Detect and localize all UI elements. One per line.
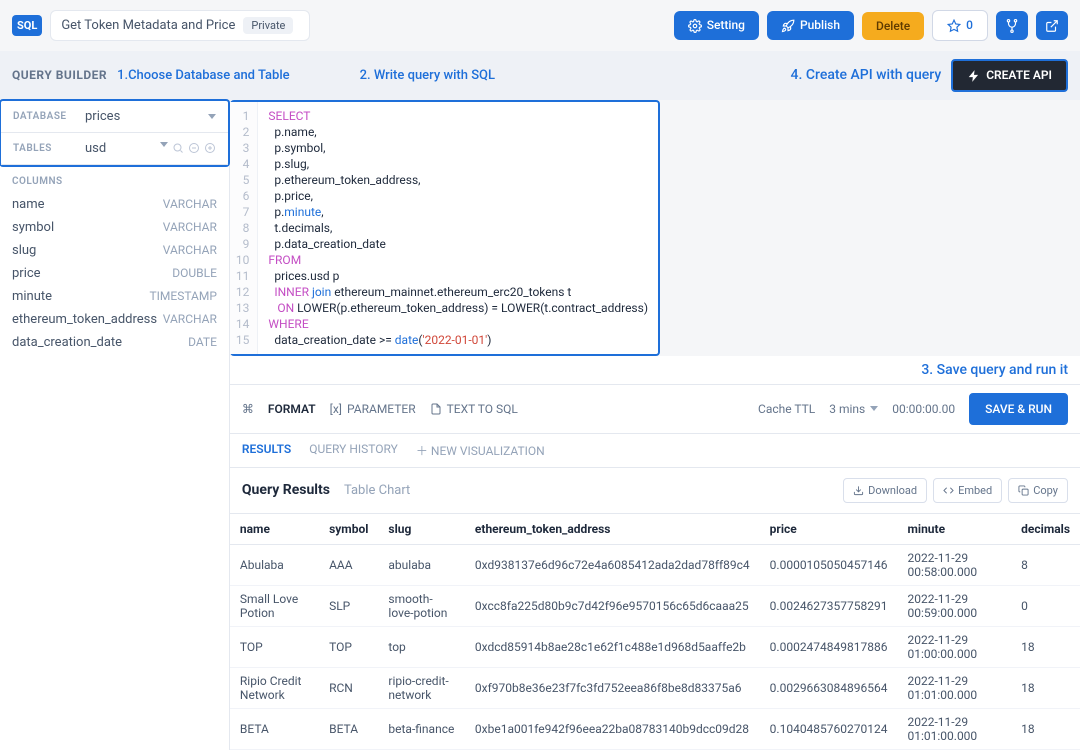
save-run-button[interactable]: SAVE & RUN bbox=[969, 393, 1068, 425]
result-tabs: RESULTS QUERY HISTORY ＋ NEW VISUALIZATIO… bbox=[230, 434, 1080, 468]
main-area: DATABASE prices TABLES usd COLUMNS nameV… bbox=[0, 100, 1080, 750]
tab-query-history[interactable]: QUERY HISTORY bbox=[309, 442, 398, 459]
column-row[interactable]: minuteTIMESTAMP bbox=[12, 285, 217, 308]
embed-button[interactable]: Embed bbox=[933, 478, 1002, 503]
col-header[interactable]: name bbox=[230, 513, 319, 544]
visibility-badge: Private bbox=[243, 17, 293, 34]
copy-icon bbox=[1018, 485, 1029, 496]
document-icon bbox=[430, 403, 442, 415]
parameter-button[interactable]: [x] PARAMETER bbox=[330, 402, 416, 416]
star-icon bbox=[947, 18, 961, 33]
copy-button[interactable]: Copy bbox=[1008, 478, 1068, 503]
create-api-button[interactable]: CREATE API bbox=[951, 59, 1068, 92]
text-to-sql-button[interactable]: TEXT TO SQL bbox=[430, 402, 518, 416]
col-header[interactable]: price bbox=[760, 513, 898, 544]
column-row[interactable]: symbolVARCHAR bbox=[12, 216, 217, 239]
fork-button[interactable] bbox=[996, 11, 1028, 40]
search-icon[interactable] bbox=[172, 142, 184, 154]
table-row[interactable]: Small Love PotionSLPsmooth-love-potion0x… bbox=[230, 585, 1080, 626]
table-row[interactable]: TOPTOPtop0xdcd85914b8ae28c1e62f1c488e1d9… bbox=[230, 626, 1080, 667]
chevron-down-icon bbox=[870, 406, 878, 411]
results-title: Query Results bbox=[242, 482, 330, 498]
tables-label: TABLES bbox=[13, 143, 85, 154]
top-header: SQL Get Token Metadata and Price Private… bbox=[0, 0, 1080, 51]
tab-results[interactable]: RESULTS bbox=[242, 442, 291, 459]
callout-4: 4. Create API with query bbox=[791, 67, 942, 83]
query-builder-bar: QUERY BUILDER 1.Choose Database and Tabl… bbox=[0, 51, 1080, 100]
share-button[interactable] bbox=[1036, 11, 1068, 40]
results-header: Query Results Table Chart Download Embed… bbox=[230, 468, 1080, 513]
setting-button[interactable]: Setting bbox=[674, 11, 759, 40]
callout-1: 1.Choose Database and Table bbox=[117, 68, 290, 83]
sql-editor[interactable]: 123456789101112131415 SELECT p.name, p.s… bbox=[230, 100, 660, 356]
publish-button[interactable]: Publish bbox=[767, 11, 854, 40]
tab-new-visualization[interactable]: ＋ NEW VISUALIZATION bbox=[416, 442, 545, 459]
command-icon[interactable]: ⌘ bbox=[242, 402, 254, 416]
rocket-icon bbox=[781, 18, 795, 33]
gear-icon bbox=[688, 18, 702, 33]
results-table: name symbol slug ethereum_token_address … bbox=[230, 513, 1080, 750]
columns-list: nameVARCHAR symbolVARCHAR slugVARCHAR pr… bbox=[0, 193, 229, 364]
column-row[interactable]: ethereum_token_addressVARCHAR bbox=[12, 308, 217, 331]
chevron-down-icon bbox=[208, 114, 216, 119]
column-row[interactable]: priceDOUBLE bbox=[12, 262, 217, 285]
cache-ttl-label: Cache TTL bbox=[758, 402, 815, 416]
line-gutter: 123456789101112131415 bbox=[230, 102, 259, 354]
col-header[interactable]: ethereum_token_address bbox=[465, 513, 760, 544]
run-bar: ⌘ FORMAT [x] PARAMETER TEXT TO SQL Cache… bbox=[230, 384, 1080, 434]
columns-label: COLUMNS bbox=[0, 166, 229, 193]
callout-2: 2. Write query with SQL bbox=[360, 68, 495, 83]
query-builder-label: QUERY BUILDER bbox=[12, 68, 107, 82]
tables-selector[interactable]: TABLES usd bbox=[1, 133, 228, 165]
bolt-icon bbox=[967, 68, 981, 83]
col-header[interactable]: symbol bbox=[319, 513, 378, 544]
schema-sidebar: DATABASE prices TABLES usd COLUMNS nameV… bbox=[0, 100, 230, 750]
stars-button[interactable]: 0 bbox=[932, 10, 988, 41]
tables-value: usd bbox=[85, 141, 160, 156]
col-header[interactable]: slug bbox=[378, 513, 465, 544]
column-row[interactable]: slugVARCHAR bbox=[12, 239, 217, 262]
code-icon bbox=[943, 485, 954, 496]
sql-logo: SQL bbox=[12, 15, 42, 36]
chevron-down-icon bbox=[160, 142, 168, 147]
database-selector[interactable]: DATABASE prices bbox=[1, 101, 228, 133]
timer: 00:00:00.00 bbox=[892, 402, 955, 416]
table-row[interactable]: BETABETAbeta-finance0xbe1a001fe942f96eea… bbox=[230, 708, 1080, 749]
minus-circle-icon[interactable] bbox=[188, 142, 200, 154]
query-title-input[interactable]: Get Token Metadata and Price Private bbox=[50, 10, 310, 41]
table-row[interactable]: Ripio Credit NetworkRCNripio-credit-netw… bbox=[230, 667, 1080, 708]
table-header-row: name symbol slug ethereum_token_address … bbox=[230, 513, 1080, 544]
column-row[interactable]: data_creation_dateDATE bbox=[12, 331, 217, 354]
col-header[interactable]: decimals bbox=[1011, 513, 1080, 544]
download-icon bbox=[853, 485, 864, 496]
delete-button[interactable]: Delete bbox=[862, 12, 924, 40]
column-row[interactable]: nameVARCHAR bbox=[12, 193, 217, 216]
col-header[interactable]: minute bbox=[898, 513, 1012, 544]
query-title-text: Get Token Metadata and Price bbox=[61, 18, 235, 33]
fork-icon bbox=[1005, 18, 1019, 33]
external-link-icon bbox=[1045, 18, 1059, 33]
code-content: SELECT p.name, p.symbol, p.slug, p.ether… bbox=[258, 102, 658, 354]
download-button[interactable]: Download bbox=[843, 478, 927, 503]
callout-3: 3. Save query and run it bbox=[230, 356, 1080, 384]
brackets-icon: [x] bbox=[330, 402, 342, 416]
format-button[interactable]: FORMAT bbox=[268, 402, 316, 416]
plus-circle-icon[interactable] bbox=[204, 142, 216, 154]
database-value: prices bbox=[85, 109, 208, 124]
editor-area: 123456789101112131415 SELECT p.name, p.s… bbox=[230, 100, 1080, 750]
plus-icon: ＋ bbox=[416, 444, 428, 458]
database-label: DATABASE bbox=[13, 111, 85, 122]
cache-ttl-select[interactable]: 3 mins bbox=[829, 402, 878, 416]
table-row[interactable]: AbulabaAAAabulaba0xd938137e6d96c72e4a608… bbox=[230, 544, 1080, 585]
results-view: Table Chart bbox=[344, 483, 410, 498]
